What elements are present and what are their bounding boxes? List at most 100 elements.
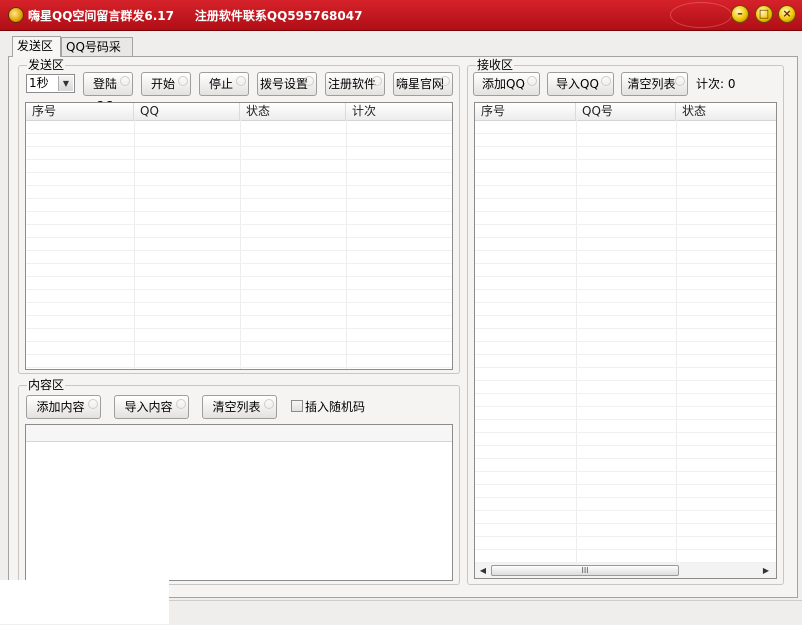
grid-row-line [26,146,452,147]
button-deco-icon [178,76,188,86]
close-button[interactable]: × [778,5,796,23]
receive-list[interactable]: 序号 QQ号 状态 ◀ III ▶ [474,102,777,579]
grid-row-line [26,250,452,251]
column-header-status[interactable]: 状态 [676,103,776,120]
add-qq-label: 添加QQ [482,77,525,91]
grid-row-line [475,536,776,537]
grid-row-line [475,302,776,303]
grid-row-line [26,224,452,225]
import-content-label: 导入内容 [124,400,173,414]
grid-row-line [26,172,452,173]
grid-row-line [475,328,776,329]
grid-line [346,120,347,369]
dial-settings-button[interactable]: 拨号设置 [257,72,317,96]
column-header-count[interactable]: 计次 [346,103,452,120]
grid-row-line [475,432,776,433]
grid-row-line [26,354,452,355]
grid-row-line [475,458,776,459]
column-header-status[interactable]: 状态 [240,103,346,120]
button-deco-icon [264,399,274,409]
grid-row-line [475,341,776,342]
overlay-block [0,580,169,624]
add-qq-button[interactable]: 添加QQ [473,72,540,96]
grid-row-line [475,406,776,407]
grid-row-line [475,224,776,225]
grid-row-line [26,341,452,342]
start-label: 开始 [150,77,175,91]
decoration-swirl-icon [670,2,732,28]
official-site-button[interactable]: 嗨星官网 [393,72,453,96]
grid-row-line [26,315,452,316]
grid-row-line [26,263,452,264]
scroll-right-icon[interactable]: ▶ [760,565,772,576]
send-list[interactable]: 序号 QQ 状态 计次 [25,102,453,370]
grid-row-line [475,276,776,277]
grid-row-line [475,419,776,420]
login-qq-button[interactable]: 登陆QQ [83,72,133,113]
grid-row-line [26,367,452,368]
insert-random-checkbox[interactable] [291,400,303,412]
interval-value: 1秒 [29,76,49,90]
button-deco-icon [176,399,186,409]
horizontal-scrollbar[interactable]: ◀ III ▶ [475,562,776,578]
clear-content-label: 清空列表 [212,400,261,414]
grid-row-line [475,133,776,134]
import-content-button[interactable]: 导入内容 [114,395,189,419]
column-header-index[interactable]: 序号 [26,103,134,120]
import-qq-button[interactable]: 导入QQ [547,72,614,96]
column-header-qq-number[interactable]: QQ号 [576,103,676,120]
chevron-down-icon[interactable]: ▼ [58,76,73,91]
grid-row-line [26,133,452,134]
grid-row-line [475,211,776,212]
scroll-left-icon[interactable]: ◀ [477,565,489,576]
grid-row-line [26,289,452,290]
grid-line [134,120,135,369]
grid-row-line [26,276,452,277]
grid-row-line [475,315,776,316]
grid-row-line [475,393,776,394]
tab-send[interactable]: 发送区 [12,36,61,57]
maximize-button[interactable]: □ [755,5,773,23]
app-logo-icon [8,7,24,23]
register-button[interactable]: 注册软件 [325,72,385,96]
receive-list-header: 序号 QQ号 状态 [475,103,776,121]
send-list-header: 序号 QQ 状态 计次 [26,103,452,121]
grid-row-line [26,237,452,238]
grid-row-line [475,549,776,550]
import-qq-label: 导入QQ [556,77,599,91]
clear-qq-list-button[interactable]: 清空列表 [621,72,688,96]
column-header-qq[interactable]: QQ [134,103,240,120]
send-area-legend: 发送区 [27,58,66,72]
grid-row-line [475,471,776,472]
button-deco-icon [675,76,685,86]
grid-row-line [26,328,452,329]
content-list[interactable] [25,424,453,581]
clear-qq-list-label: 清空列表 [627,77,676,91]
grid-row-line [475,198,776,199]
scroll-thumb[interactable]: III [491,565,679,576]
grid-row-line [475,380,776,381]
stop-label: 停止 [208,77,233,91]
clear-content-button[interactable]: 清空列表 [202,395,277,419]
stop-button[interactable]: 停止 [199,72,249,96]
grid-row-line [475,484,776,485]
grid-row-line [475,237,776,238]
grid-row-line [475,523,776,524]
button-deco-icon [527,76,537,86]
receive-count-label: 计次: 0 [696,77,736,91]
grid-row-line [475,185,776,186]
official-site-label: 嗨星官网 [395,77,444,91]
column-header-index[interactable]: 序号 [475,103,576,120]
register-label: 注册软件 [327,77,376,91]
grid-row-line [26,198,452,199]
grid-row-line [475,354,776,355]
minimize-button[interactable]: – [731,5,749,23]
window-title: 嗨星QQ空间留言群发6.17 注册软件联系QQ595768047 [28,9,363,23]
grid-row-line [475,146,776,147]
add-content-button[interactable]: 添加内容 [26,395,101,419]
grid-row-line [26,211,452,212]
start-button[interactable]: 开始 [141,72,191,96]
tab-qq-collect[interactable]: QQ号码采集 [61,37,133,72]
interval-select[interactable]: 1秒 ▼ [26,74,75,93]
dial-settings-label: 拨号设置 [259,77,308,91]
